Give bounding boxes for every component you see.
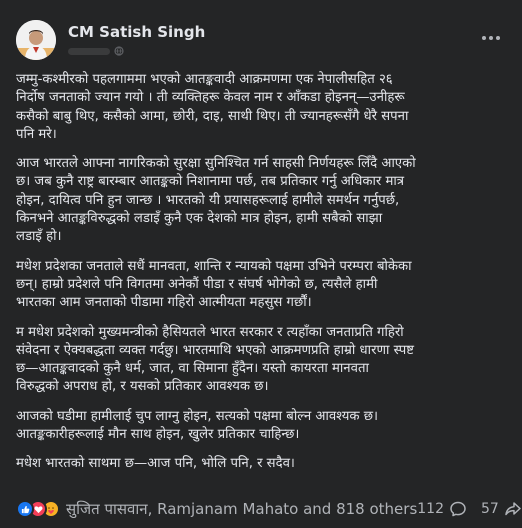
post-text-line: म मधेश प्रदेशको मुख्यमन्त्रीको हैसियतले … — [16, 324, 404, 340]
post-text: जम्मु-कश्मीरको पहलगाममा भएको आतङ्कवादी आ… — [16, 71, 506, 474]
post-text-line: विरुद्धको अपराध हो, र यसको प्रतिकार आवश्… — [16, 379, 269, 395]
post-text-line: छ—आतङ्कवादको कुनै धर्म, जात, वा सिमाना ह… — [16, 361, 369, 377]
post-text-line: किनभने आतङ्कविरुद्धको लडाइँ कुनै एक देशक… — [16, 211, 383, 227]
post-card: CM Satish Singh जम्मु-कश्मीरको पहलगाममा … — [0, 0, 522, 528]
post-paragraph: आज भारतले आफ्ना नागरिकको सुरक्षा सुनिश्च… — [16, 155, 506, 246]
post-text-line: आतङ्ककारीहरूलाई मौन साथ होइन, खुलेर प्रत… — [16, 427, 300, 443]
post-text-line: छ। जब कुनै राष्ट्र बारम्बार आतङ्कको निशा… — [16, 174, 405, 190]
post-text-line: निर्दोष जनताको ज्यान गयो । ती व्यक्तिहरू… — [16, 90, 405, 106]
share-icon — [505, 502, 521, 516]
reactors-summary[interactable]: सुजित पासवान, Ramjanam Mahato and 818 ot… — [66, 499, 417, 519]
post-text-line: आज भारतले आफ्ना नागरिकको सुरक्षा सुनिश्च… — [16, 156, 416, 172]
more-dots-icon — [489, 36, 493, 40]
post-text-line: कसैको बाबु थिए, कसैको आमा, छोरी, दाइ, सा… — [16, 108, 409, 124]
share-count[interactable]: 57 — [481, 500, 522, 518]
post-paragraph: मधेश प्रदेशका जनताले सधैं मानवता, शान्ति… — [16, 258, 506, 313]
post-text-line: जम्मु-कश्मीरको पहलगाममा भएको आतङ्कवादी आ… — [16, 72, 393, 87]
post-meta — [68, 45, 124, 57]
post-header: CM Satish Singh — [16, 20, 506, 60]
thumbs-up-icon — [21, 505, 29, 513]
like-icon — [16, 500, 34, 518]
post-text-line: मधेश भारतको साथमा छ—आज पनि, भोलि पनि, र … — [16, 456, 295, 472]
post-text-line: होइन, दायित्व पनि हुन जान्छ । भारतको यी … — [16, 192, 400, 208]
post-text-line: भारतका आम जनताको पीडामा गहिरो आत्मीयता म… — [16, 295, 312, 311]
more-dots-icon — [496, 36, 500, 40]
post-text-line: छन्। हाम्रो प्रदेशले पनि विगतमा अनेकौं प… — [16, 276, 378, 292]
engagement-counts: 112 57 — [417, 500, 522, 518]
post-paragraph: मधेश भारतको साथमा छ—आज पनि, भोलि पनि, र … — [16, 455, 506, 473]
share-count-value: 57 — [481, 501, 499, 517]
post-text-line: मधेश प्रदेशका जनताले सधैं मानवता, शान्ति… — [16, 258, 412, 274]
post-text-line: लडाइँ हो। — [16, 229, 62, 245]
author-avatar[interactable] — [16, 20, 56, 60]
post-paragraph: जम्मु-कश्मीरको पहलगाममा भएको आतङ्कवादी आ… — [16, 71, 506, 144]
reactions-bar: सुजित पासवान, Ramjanam Mahato and 818 ot… — [16, 496, 521, 522]
post-text-line: पनि मरे। — [16, 126, 57, 142]
post-text-line: संवेदना र ऐक्यबद्धता व्यक्त गर्दछु। भारत… — [16, 342, 414, 358]
heart-icon — [34, 505, 42, 513]
post-text-line: आजको घडीमा हामीलाई चुप लाग्नु होइन, सत्य… — [16, 408, 378, 424]
comment-count[interactable]: 112 — [417, 500, 467, 518]
author-name[interactable]: CM Satish Singh — [68, 23, 205, 41]
post-paragraph: आजको घडीमा हामीलाई चुप लाग्नु होइन, सत्य… — [16, 408, 506, 445]
comment-count-value: 112 — [417, 501, 444, 517]
post-timestamp-placeholder — [68, 47, 110, 55]
avatar-photo-icon — [16, 20, 56, 60]
comment-icon — [450, 501, 466, 517]
post-options-button[interactable] — [478, 27, 504, 49]
more-dots-icon — [482, 36, 486, 40]
audience-globe-icon[interactable] — [114, 46, 124, 56]
reaction-icons[interactable] — [16, 500, 60, 518]
post-paragraph: म मधेश प्रदेशको मुख्यमन्त्रीको हैसियतले … — [16, 324, 506, 397]
